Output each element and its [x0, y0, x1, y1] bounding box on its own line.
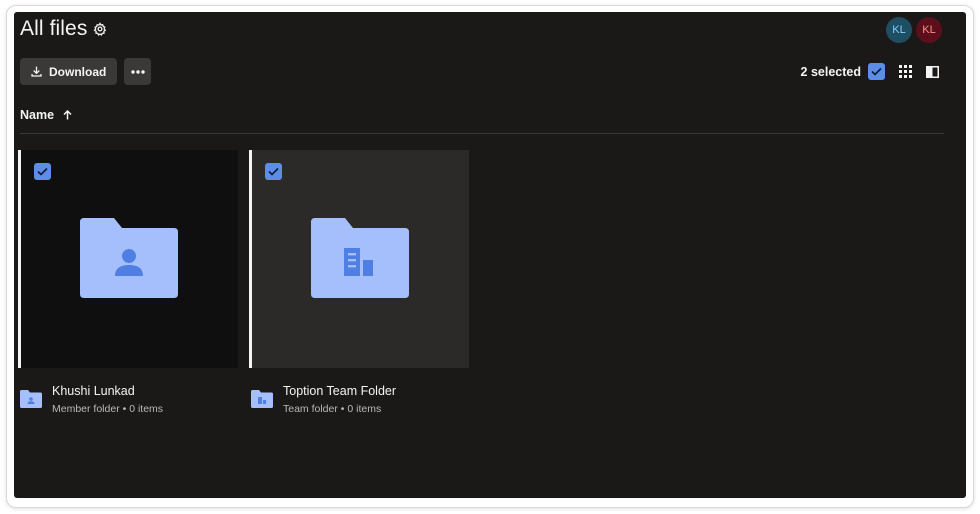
- file-subtitle: Member folder • 0 items: [52, 403, 164, 415]
- list-header: Name: [20, 108, 944, 134]
- download-button[interactable]: Download: [20, 58, 118, 85]
- page-title: All files: [20, 17, 88, 40]
- team-folder-icon: [251, 390, 273, 408]
- download-icon: [31, 66, 42, 77]
- selected-count: 2 selected: [800, 64, 861, 79]
- title-row: All files: [20, 17, 107, 41]
- check-icon: [37, 167, 48, 176]
- member-folder-icon: [20, 390, 42, 408]
- view-tools: 2 selected: [801, 63, 940, 80]
- select-all-checkbox[interactable]: [868, 63, 885, 80]
- avatar[interactable]: KL: [916, 17, 942, 43]
- grid-icon: [898, 65, 912, 78]
- file-thumbnail[interactable]: [249, 150, 469, 368]
- file-meta: Khushi Lunkad Member folder • 0 items: [18, 382, 238, 428]
- download-button-label: Download: [49, 64, 107, 79]
- member-folder-icon: [80, 218, 178, 298]
- file-meta: Toption Team Folder Team folder • 0 item…: [249, 382, 469, 428]
- file-name[interactable]: Khushi Lunkad: [52, 384, 135, 398]
- item-checkbox[interactable]: [265, 163, 282, 180]
- action-toolbar: Download: [20, 58, 152, 85]
- file-thumbnail[interactable]: [18, 150, 238, 368]
- team-folder-icon: [311, 218, 409, 298]
- file-card[interactable]: Khushi Lunkad Member folder • 0 items: [18, 150, 238, 428]
- more-horizontal-icon: [131, 69, 145, 74]
- file-subtitle: Team folder • 0 items: [283, 403, 382, 415]
- item-checkbox[interactable]: [34, 163, 51, 180]
- grid-view-button[interactable]: [897, 64, 913, 80]
- member-avatars: KL KL: [886, 17, 942, 43]
- more-options-button[interactable]: [124, 58, 152, 85]
- check-icon: [871, 67, 882, 76]
- file-name[interactable]: Toption Team Folder: [283, 384, 396, 398]
- avatar[interactable]: KL: [886, 17, 912, 43]
- file-browser: All files KL KL Download 2 selected Name…: [14, 12, 966, 498]
- file-card[interactable]: Toption Team Folder Team folder • 0 item…: [249, 150, 469, 428]
- name-column-label: Name: [20, 108, 55, 122]
- arrow-up-icon: [63, 110, 72, 120]
- name-column-header[interactable]: Name: [20, 108, 72, 122]
- gear-icon[interactable]: [93, 22, 107, 36]
- check-icon: [268, 167, 279, 176]
- side-panel-icon: [925, 65, 939, 78]
- info-panel-toggle[interactable]: [924, 64, 940, 80]
